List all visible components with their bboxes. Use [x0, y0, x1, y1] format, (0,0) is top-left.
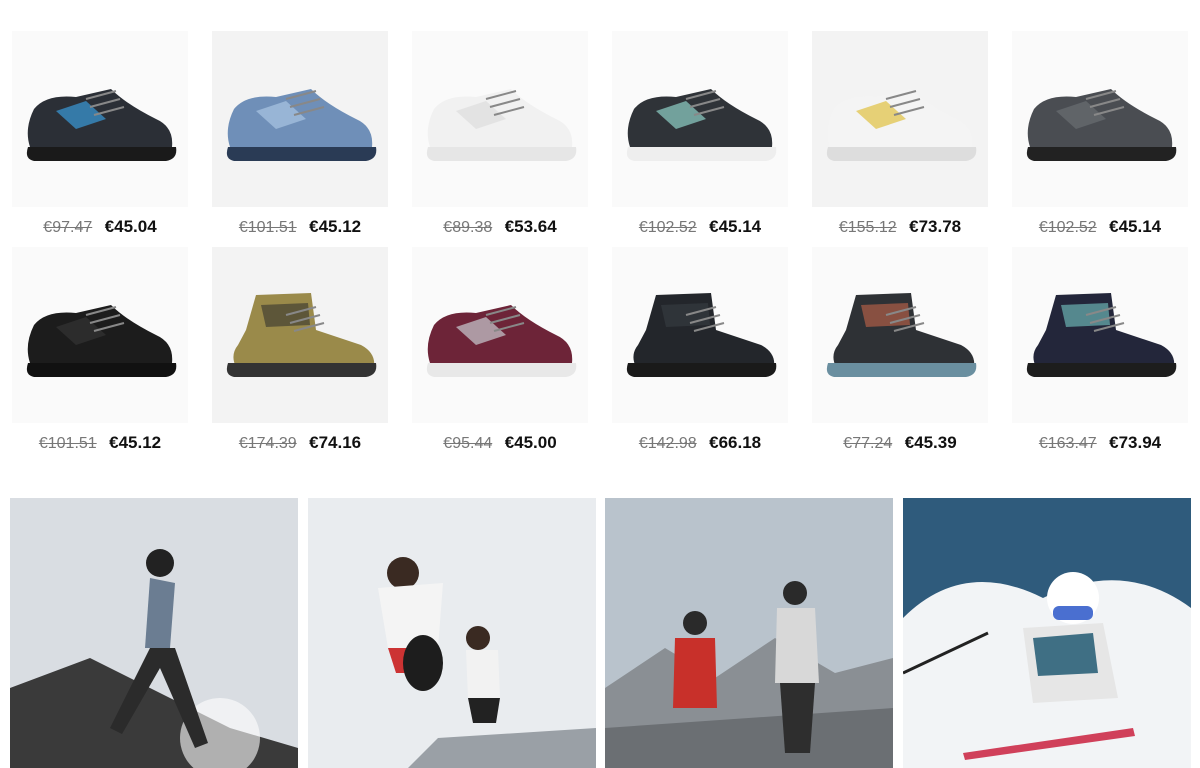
- banner-road-running[interactable]: [308, 498, 596, 768]
- product-card[interactable]: €142.98 €66.18: [612, 247, 788, 454]
- price-row: €102.52 €45.14: [1012, 216, 1188, 238]
- original-price: €155.12: [838, 219, 897, 236]
- original-price: €102.52: [638, 219, 697, 236]
- product-card[interactable]: €102.52 €45.14: [1012, 31, 1188, 238]
- price-row: €163.47 €73.94: [1012, 432, 1188, 454]
- product-card[interactable]: €101.51 €45.12: [12, 247, 188, 454]
- sale-price: €73.78: [909, 217, 962, 236]
- product-card[interactable]: €97.47 €45.04: [12, 31, 188, 238]
- original-price: €102.52: [1038, 219, 1097, 236]
- product-card[interactable]: €77.24 €45.39: [812, 247, 988, 454]
- price-row: €95.44 €45.00: [412, 432, 588, 454]
- boot-winter-black-icon: [626, 293, 777, 377]
- banner-ski[interactable]: [903, 498, 1191, 768]
- original-price: €95.44: [443, 435, 493, 452]
- original-price: €101.51: [238, 219, 297, 236]
- price-row: €89.38 €53.64: [412, 216, 588, 238]
- price-row: €101.51 €45.12: [212, 216, 388, 238]
- price-row: €155.12 €73.78: [812, 216, 988, 238]
- boot-hiking-olive-icon: [226, 293, 377, 377]
- price-row: €102.52 €45.14: [612, 216, 788, 238]
- sale-price: €45.12: [109, 433, 162, 452]
- sale-price: €74.16: [309, 433, 362, 452]
- shoe-trail-black-icon: [26, 305, 177, 377]
- product-image[interactable]: [12, 247, 188, 423]
- product-card[interactable]: €174.39 €74.16: [212, 247, 388, 454]
- product-card[interactable]: €89.38 €53.64: [412, 31, 588, 238]
- shoe-trail-white-icon: [826, 89, 977, 161]
- product-card[interactable]: €155.12 €73.78: [812, 31, 988, 238]
- sale-price: €73.94: [1109, 433, 1162, 452]
- sale-price: €66.18: [709, 433, 762, 452]
- product-image[interactable]: [212, 31, 388, 207]
- product-image[interactable]: [412, 247, 588, 423]
- product-image[interactable]: [212, 247, 388, 423]
- product-image[interactable]: [812, 247, 988, 423]
- shoe-burgundy-icon: [426, 305, 577, 377]
- price-row: €101.51 €45.12: [12, 432, 188, 454]
- boot-kids-grey-orange-icon: [826, 293, 977, 377]
- sale-price: €45.12: [309, 217, 362, 236]
- price-row: €77.24 €45.39: [812, 432, 988, 454]
- original-price: €174.39: [238, 435, 297, 452]
- shoe-trail-light-blue-icon: [226, 89, 377, 161]
- boot-hiking-navy-mint-icon: [1026, 293, 1177, 377]
- road-runners-photo: [308, 498, 596, 768]
- sale-price: €45.14: [1109, 217, 1162, 236]
- sale-price: €45.04: [104, 217, 157, 236]
- shoe-running-white-icon: [426, 89, 577, 161]
- sale-price: €53.64: [504, 217, 557, 236]
- product-card[interactable]: €102.52 €45.14: [612, 31, 788, 238]
- original-price: €97.47: [43, 219, 93, 236]
- product-card[interactable]: €163.47 €73.94: [1012, 247, 1188, 454]
- product-card[interactable]: €101.51 €45.12: [212, 31, 388, 238]
- banner-hiking[interactable]: [605, 498, 893, 768]
- product-image[interactable]: [1012, 31, 1188, 207]
- trail-runner-woman-photo: [10, 498, 298, 768]
- product-image[interactable]: [412, 31, 588, 207]
- product-image[interactable]: [612, 31, 788, 207]
- original-price: €142.98: [638, 435, 697, 452]
- skier-snow-photo: [903, 498, 1191, 768]
- product-image[interactable]: [12, 31, 188, 207]
- original-price: €89.38: [443, 219, 493, 236]
- product-image[interactable]: [612, 247, 788, 423]
- shoe-hiking-low-grey-blue-icon: [26, 89, 177, 161]
- price-row: €97.47 €45.04: [12, 216, 188, 238]
- original-price: €101.51: [38, 435, 97, 452]
- price-row: €142.98 €66.18: [612, 432, 788, 454]
- sale-price: €45.00: [504, 433, 557, 452]
- shoe-hiking-mint-icon: [626, 89, 777, 161]
- sale-price: €45.39: [904, 433, 957, 452]
- mountain-hikers-photo: [605, 498, 893, 768]
- original-price: €163.47: [1038, 435, 1097, 452]
- product-image[interactable]: [1012, 247, 1188, 423]
- product-image[interactable]: [812, 31, 988, 207]
- banner-trail-running[interactable]: [10, 498, 298, 768]
- price-row: €174.39 €74.16: [212, 432, 388, 454]
- sale-price: €45.14: [709, 217, 762, 236]
- product-card[interactable]: €95.44 €45.00: [412, 247, 588, 454]
- original-price: €77.24: [843, 435, 893, 452]
- shoe-hiking-dark-grey-icon: [1026, 89, 1177, 161]
